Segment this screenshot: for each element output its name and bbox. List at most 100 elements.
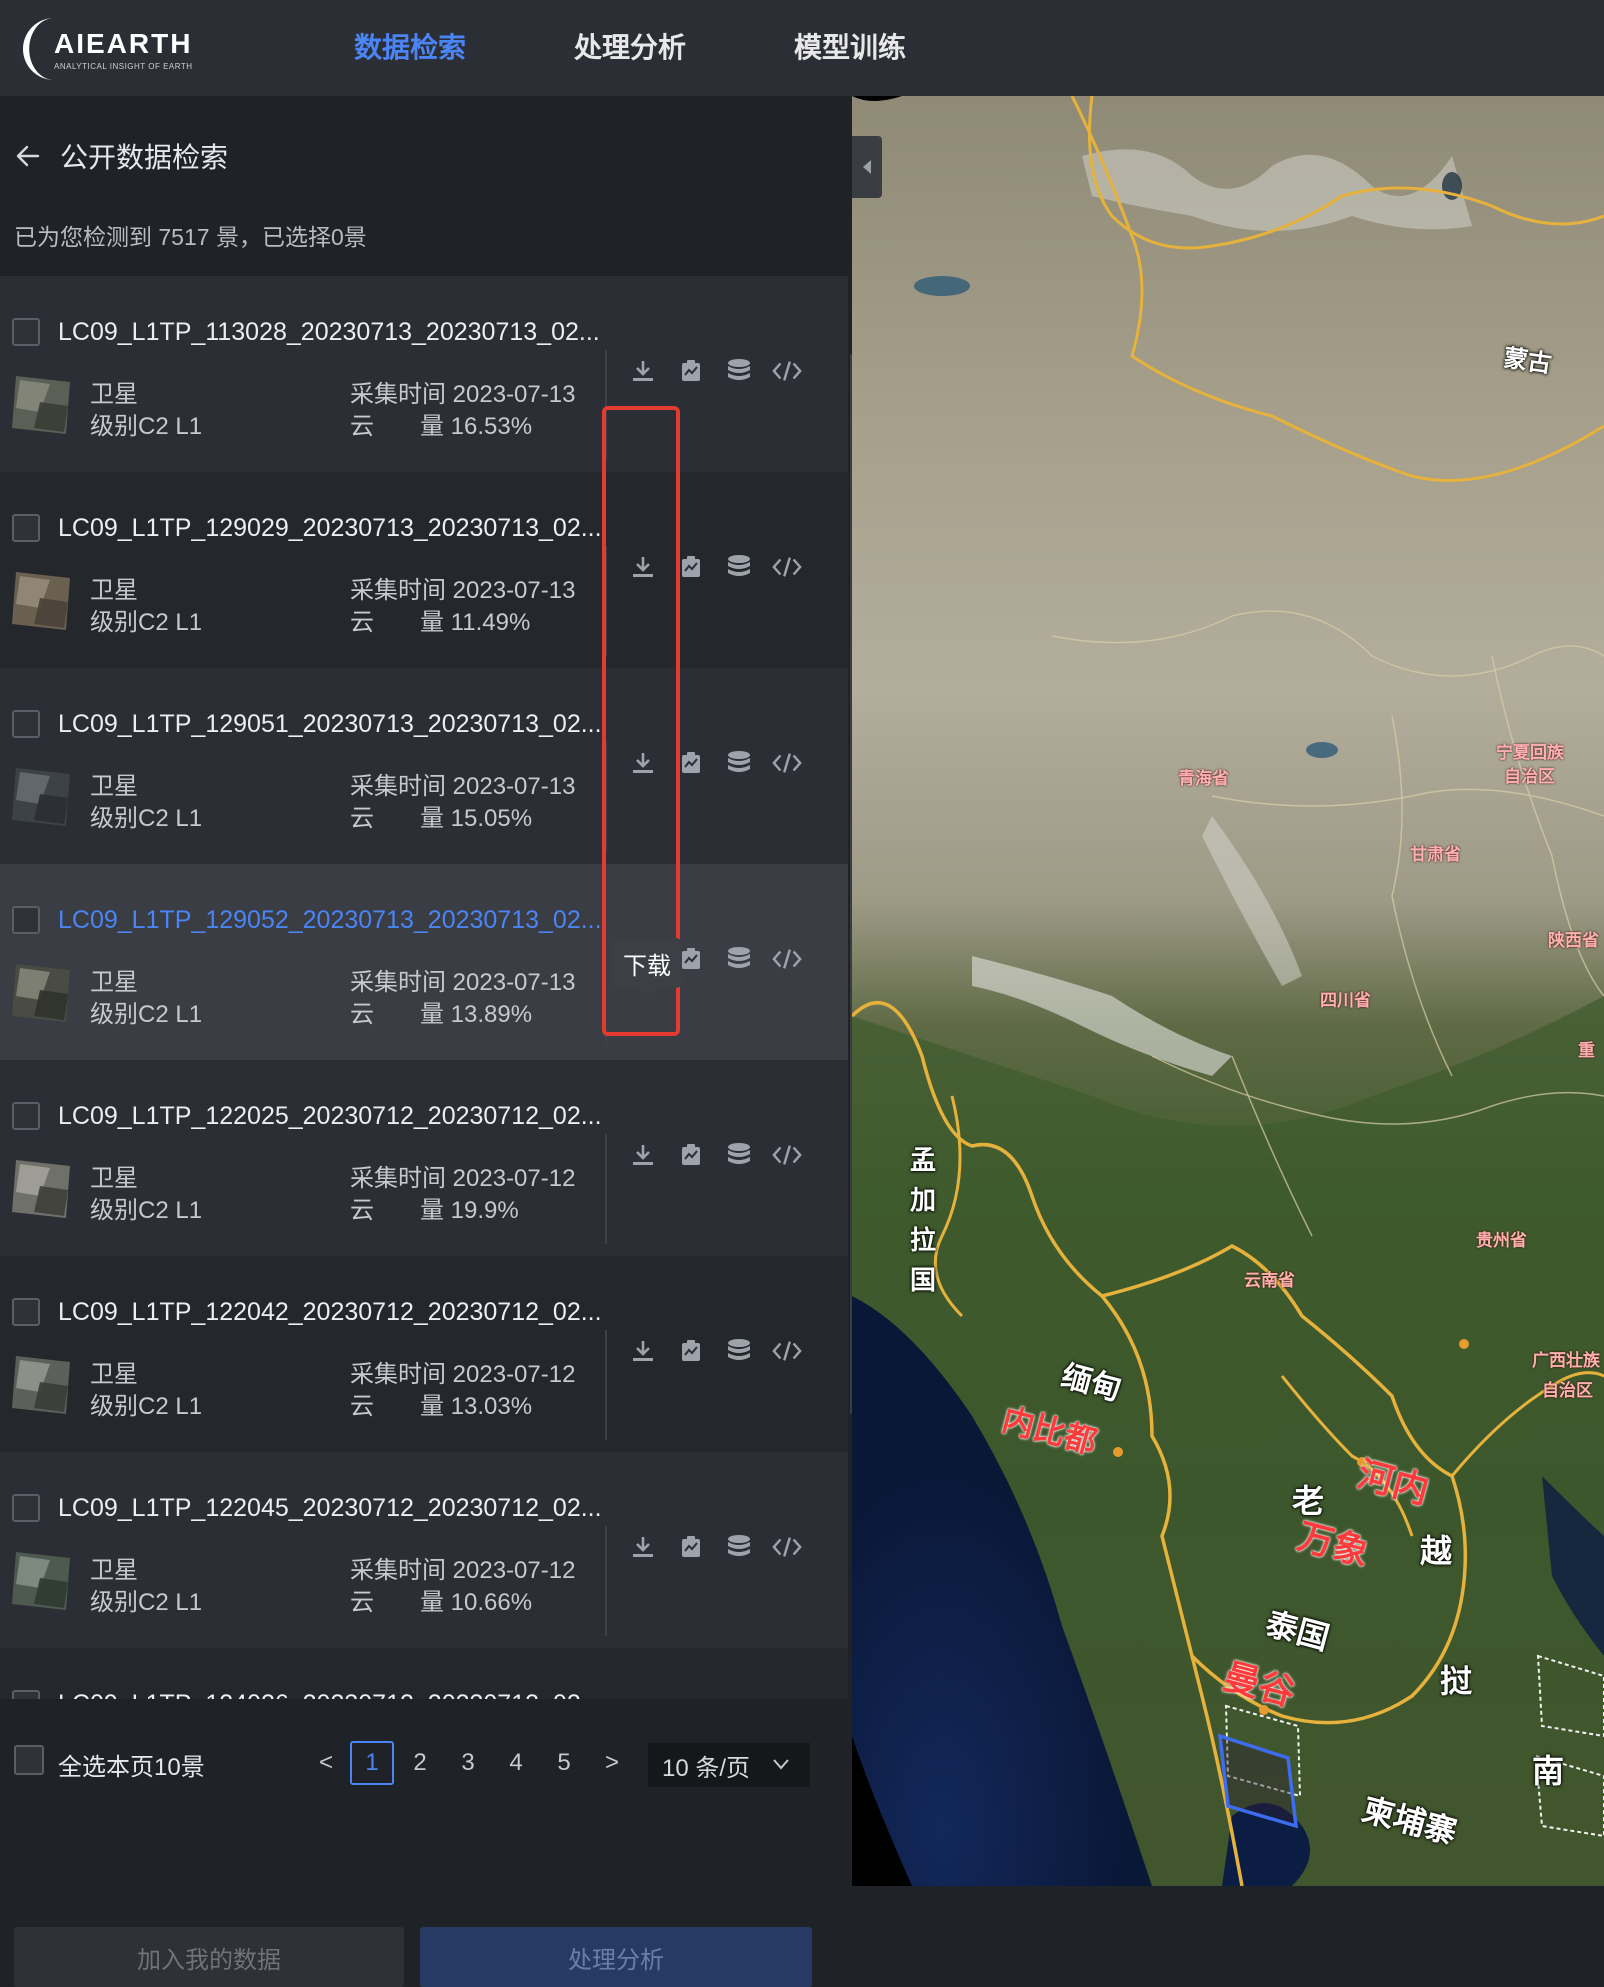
result-item[interactable]: LC09_L1TP_113028_20230713_20230713_02...…	[0, 276, 848, 472]
time-value: 2023-07-13	[452, 577, 576, 604]
cloud-label-left: 云	[350, 1393, 374, 1420]
scene-thumbnail[interactable]	[10, 568, 74, 632]
item-title[interactable]: LC09_L1TP_122025_20230712_20230712_02...	[58, 1102, 602, 1131]
item-title[interactable]: LC09_L1TP_129052_20230713_20230713_02...	[58, 906, 602, 935]
select-all-label[interactable]: 全选本页10景	[58, 1747, 205, 1782]
time-value: 2023-07-12	[452, 1557, 576, 1584]
clipboard-chart-icon[interactable]	[676, 748, 706, 778]
database-icon[interactable]	[724, 1532, 754, 1562]
item-checkbox[interactable]	[12, 1494, 40, 1522]
time-value: 2023-07-12	[452, 1361, 576, 1388]
process-analysis-button[interactable]: 处理分析	[420, 1927, 812, 1987]
item-title[interactable]: LC09_L1TP_124026_20230712_20230712_02...	[58, 1690, 602, 1699]
select-all-checkbox[interactable]	[14, 1745, 44, 1775]
cloud-label-right: 量	[420, 805, 444, 832]
code-icon[interactable]	[772, 1140, 802, 1170]
back-arrow-icon[interactable]	[14, 142, 42, 170]
database-icon[interactable]	[724, 552, 754, 582]
capture-time-field: 采集时间 2023-07-13	[350, 570, 575, 605]
clipboard-chart-icon[interactable]	[676, 1532, 706, 1562]
item-checkbox[interactable]	[12, 1102, 40, 1130]
pagination-next[interactable]: >	[590, 1741, 634, 1785]
map-label-bangladesh-2: 加	[910, 1186, 937, 1216]
pagination-page-3[interactable]: 3	[446, 1741, 490, 1785]
result-item[interactable]: LC09_L1TP_122045_20230712_20230712_02...…	[0, 1452, 848, 1648]
clipboard-chart-icon[interactable]	[676, 1140, 706, 1170]
download-icon[interactable]	[628, 356, 658, 386]
page-size-select[interactable]: 10 条/页	[648, 1743, 810, 1787]
code-icon[interactable]	[772, 944, 802, 974]
download-icon[interactable]	[628, 1336, 658, 1366]
scene-thumbnail[interactable]	[10, 372, 74, 436]
result-item[interactable]: LC09_L1TP_122025_20230712_20230712_02...…	[0, 1060, 848, 1256]
cloud-label-right: 量	[420, 1393, 444, 1420]
map-label-sichuan: 四川省	[1320, 991, 1371, 1011]
code-icon[interactable]	[772, 1336, 802, 1366]
add-to-my-data-button[interactable]: 加入我的数据	[14, 1927, 404, 1987]
pagination-page-1[interactable]: 1	[350, 1741, 394, 1785]
result-item[interactable]: LC09_L1TP_124026_20230712_20230712_02...…	[0, 1648, 848, 1699]
item-checkbox[interactable]	[12, 514, 40, 542]
pagination-page-5[interactable]: 5	[542, 1741, 586, 1785]
cloud-label-left: 云	[350, 805, 374, 832]
code-icon[interactable]	[772, 1532, 802, 1562]
item-title[interactable]: LC09_L1TP_122042_20230712_20230712_02...	[58, 1298, 602, 1327]
clipboard-chart-icon[interactable]	[676, 356, 706, 386]
result-item[interactable]: LC09_L1TP_129052_20230713_20230713_02...…	[0, 864, 848, 1060]
nav-model-training[interactable]: 模型训练	[794, 26, 906, 66]
code-icon[interactable]	[772, 552, 802, 582]
scene-thumbnail[interactable]	[10, 764, 74, 828]
result-item[interactable]: LC09_L1TP_129051_20230713_20230713_02...…	[0, 668, 848, 864]
clipboard-chart-icon[interactable]	[676, 552, 706, 582]
item-checkbox[interactable]	[12, 1690, 40, 1699]
aiearth-logo[interactable]: AIEARTH ANALYTICAL INSIGHT OF EARTH	[10, 14, 193, 84]
item-checkbox[interactable]	[12, 318, 40, 346]
cloud-value: 19.9%	[450, 1197, 519, 1224]
level-label: 级别	[90, 1589, 138, 1616]
map-label-shaanxi: 陕西省	[1548, 931, 1599, 951]
item-title[interactable]: LC09_L1TP_113028_20230713_20230713_02...	[58, 318, 600, 347]
map-view[interactable]: 蒙古 宁夏回族 自治区 青海省 甘肃省 陕西省 四川省 重 孟 加 拉 国 贵州…	[852, 96, 1604, 1886]
scene-thumbnail[interactable]	[10, 1352, 74, 1416]
logo-subtitle: ANALYTICAL INSIGHT OF EARTH	[54, 62, 193, 71]
cloud-label-left: 云	[350, 1197, 374, 1224]
download-icon[interactable]	[628, 1140, 658, 1170]
item-title[interactable]: LC09_L1TP_129051_20230713_20230713_02...	[58, 710, 602, 739]
item-checkbox[interactable]	[12, 1298, 40, 1326]
database-icon[interactable]	[724, 1140, 754, 1170]
scene-thumbnail[interactable]	[10, 1156, 74, 1220]
map-label-vietnam-2: 南	[1532, 1752, 1565, 1790]
result-summary: 已为您检测到 7517 景，已选择0景	[14, 224, 367, 250]
nav-data-search[interactable]: 数据检索	[354, 26, 466, 66]
database-icon[interactable]	[724, 1336, 754, 1366]
result-list[interactable]: LC09_L1TP_113028_20230713_20230713_02...…	[0, 276, 848, 1699]
item-checkbox[interactable]	[12, 906, 40, 934]
database-icon[interactable]	[724, 356, 754, 386]
nav-processing-analysis[interactable]: 处理分析	[574, 26, 686, 66]
result-item[interactable]: LC09_L1TP_129029_20230713_20230713_02...…	[0, 472, 848, 668]
pagination-prev[interactable]: <	[304, 1741, 348, 1785]
item-checkbox[interactable]	[12, 710, 40, 738]
capture-time-field: 采集时间 2023-07-13	[350, 766, 575, 801]
download-icon[interactable]	[628, 1532, 658, 1562]
item-title[interactable]: LC09_L1TP_129029_20230713_20230713_02...	[58, 514, 602, 543]
scene-thumbnail[interactable]	[10, 1548, 74, 1612]
map-collapse-toggle[interactable]	[852, 136, 882, 198]
map-label-bangladesh-4: 国	[910, 1266, 937, 1296]
database-icon[interactable]	[724, 944, 754, 974]
clipboard-chart-icon[interactable]	[676, 1336, 706, 1366]
item-title[interactable]: LC09_L1TP_122045_20230712_20230712_02...	[58, 1494, 602, 1523]
result-item[interactable]: LC09_L1TP_122042_20230712_20230712_02...…	[0, 1256, 848, 1452]
cloud-value: 13.89%	[450, 1001, 533, 1028]
map-label-vietnam: 越	[1420, 1532, 1453, 1570]
code-icon[interactable]	[772, 748, 802, 778]
time-label: 采集时间	[350, 1557, 446, 1584]
database-icon[interactable]	[724, 748, 754, 778]
level-label: 级别	[90, 1393, 138, 1420]
code-icon[interactable]	[772, 356, 802, 386]
item-actions	[628, 356, 820, 386]
level-field: 级别C2 L1	[90, 994, 202, 1029]
scene-thumbnail[interactable]	[10, 960, 74, 1024]
pagination-page-4[interactable]: 4	[494, 1741, 538, 1785]
pagination-page-2[interactable]: 2	[398, 1741, 442, 1785]
